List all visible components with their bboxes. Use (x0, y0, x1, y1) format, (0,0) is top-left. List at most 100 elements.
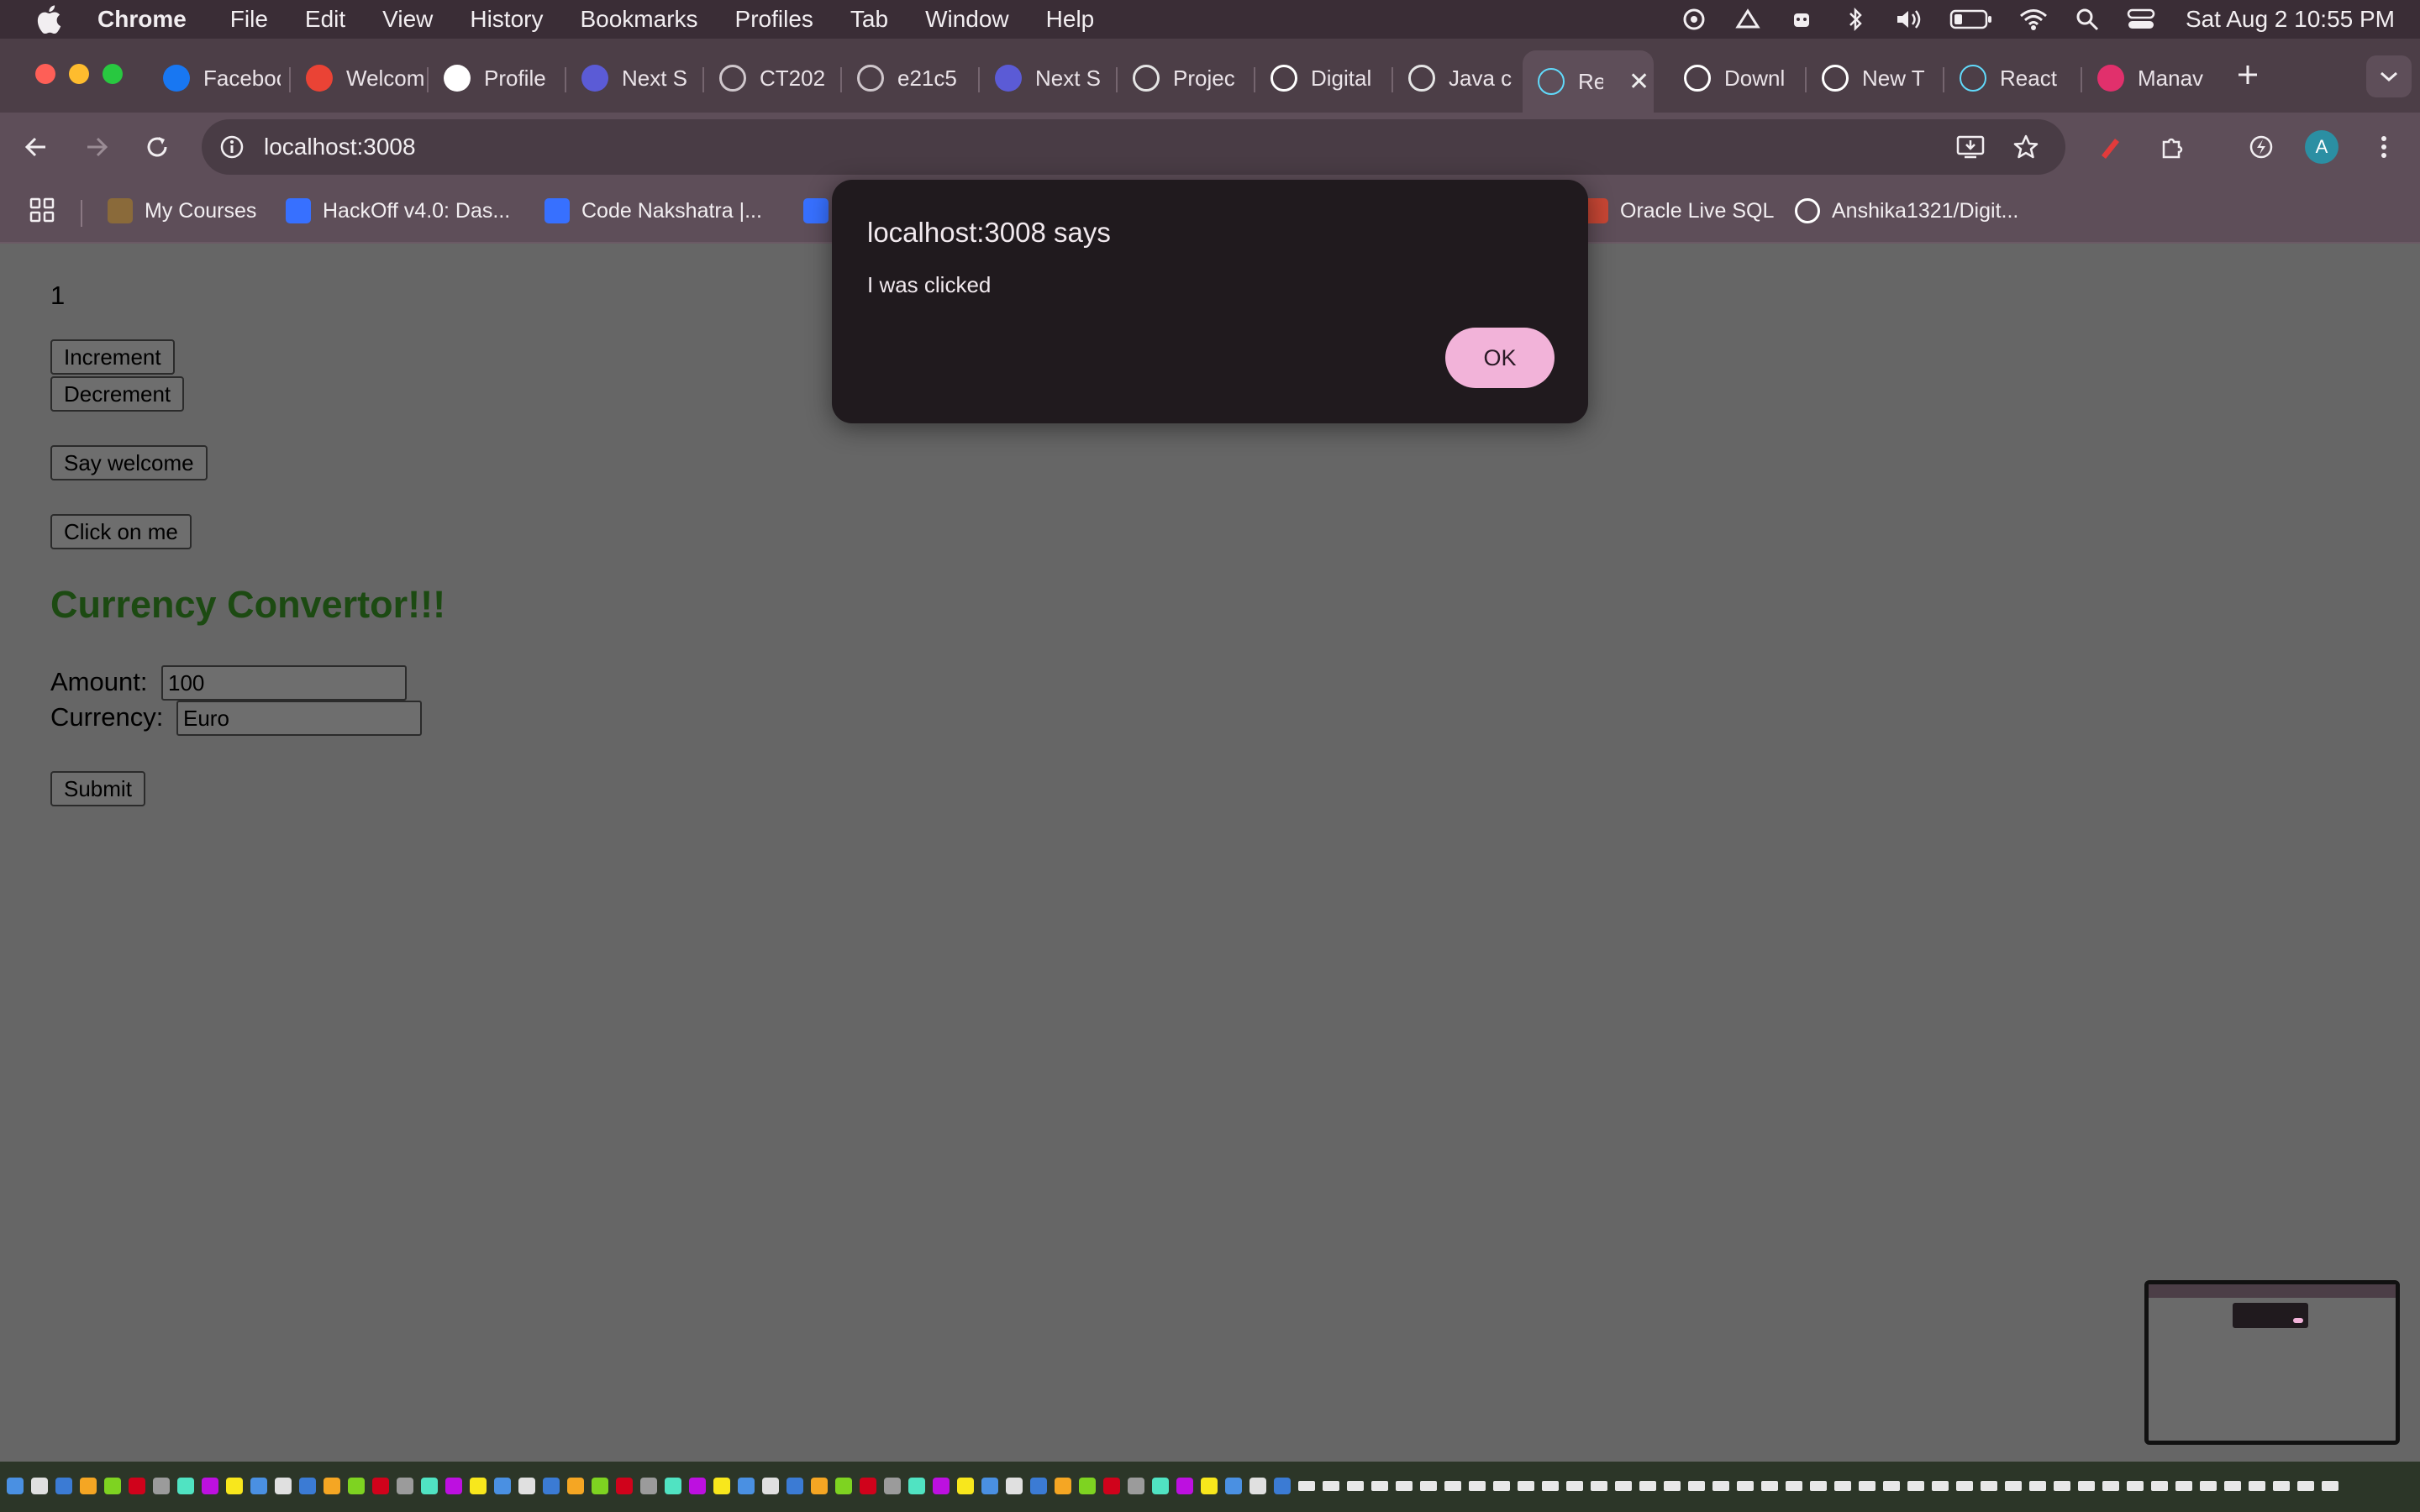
dock-app-icon[interactable] (738, 1478, 755, 1494)
dock-app-icon[interactable] (1810, 1481, 1827, 1491)
close-tab-icon[interactable]: ✕ (1628, 67, 1649, 97)
dock-app-icon[interactable] (1542, 1481, 1559, 1491)
menu-tab[interactable]: Tab (850, 6, 888, 33)
menu-history[interactable]: History (470, 6, 543, 33)
dock-app-icon[interactable] (860, 1478, 876, 1494)
dock-app-icon[interactable] (470, 1478, 487, 1494)
dock-app-icon[interactable] (1176, 1478, 1193, 1494)
dock-app-icon[interactable] (518, 1478, 535, 1494)
new-tab-plus-icon[interactable] (2228, 55, 2267, 94)
dock-app-icon[interactable] (1006, 1478, 1023, 1494)
dock-app-icon[interactable] (31, 1478, 48, 1494)
dock-app-icon[interactable] (1834, 1481, 1851, 1491)
dock-app-icon[interactable] (1664, 1481, 1681, 1491)
dock-app-icon[interactable] (616, 1478, 633, 1494)
dock-app-icon[interactable] (250, 1478, 267, 1494)
bookmark-star-icon[interactable] (2007, 128, 2045, 166)
dock-app-icon[interactable] (1371, 1481, 1388, 1491)
reload-icon[interactable] (138, 128, 176, 166)
browser-tab[interactable]: Welcome (306, 52, 424, 104)
dock-app-icon[interactable] (104, 1478, 121, 1494)
menu-help[interactable]: Help (1046, 6, 1095, 33)
install-app-icon[interactable] (1951, 128, 1990, 166)
bluetooth-icon[interactable] (1841, 5, 1870, 34)
creative-cloud-icon[interactable] (1733, 5, 1762, 34)
pen-extension-icon[interactable] (2091, 128, 2129, 166)
chatgpt-status-icon[interactable] (1680, 5, 1708, 34)
dock-app-icon[interactable] (592, 1478, 608, 1494)
dock-app-icon[interactable] (835, 1478, 852, 1494)
dock-app-icon[interactable] (275, 1478, 292, 1494)
dock-app-icon[interactable] (2224, 1481, 2241, 1491)
click-on-me-button[interactable]: Click on me (50, 514, 192, 549)
dock-app-icon[interactable] (1347, 1481, 1364, 1491)
increment-button[interactable]: Increment (50, 339, 175, 375)
dock-app-icon[interactable] (713, 1478, 730, 1494)
dock-app-icon[interactable] (933, 1478, 950, 1494)
browser-tab[interactable]: Digital (1270, 52, 1371, 104)
address-bar[interactable]: localhost:3008 (202, 119, 2065, 175)
dock-app-icon[interactable] (981, 1478, 998, 1494)
menu-profiles[interactable]: Profiles (735, 6, 813, 33)
browser-tab[interactable]: New T (1822, 52, 1925, 104)
submit-button[interactable]: Submit (50, 771, 145, 806)
menu-bookmarks[interactable]: Bookmarks (580, 6, 697, 33)
dock-app-icon[interactable] (2127, 1481, 2144, 1491)
menu-file[interactable]: File (230, 6, 268, 33)
tab-search-chevron-down-icon[interactable] (2366, 55, 2412, 97)
menu-view[interactable]: View (382, 6, 433, 33)
volume-icon[interactable] (1895, 5, 1923, 34)
dock-app-icon[interactable] (567, 1478, 584, 1494)
dock-app-icon[interactable] (786, 1478, 803, 1494)
dock-app-icon[interactable] (1128, 1478, 1144, 1494)
dock-app-icon[interactable] (372, 1478, 389, 1494)
dock-app-icon[interactable] (2322, 1481, 2338, 1491)
dock-app-icon[interactable] (640, 1478, 657, 1494)
dock-app-icon[interactable] (226, 1478, 243, 1494)
menu-window[interactable]: Window (925, 6, 1009, 33)
dock-app-icon[interactable] (1907, 1481, 1924, 1491)
dock-app-icon[interactable] (957, 1478, 974, 1494)
dock-app-icon[interactable] (1712, 1481, 1729, 1491)
close-window-button[interactable] (35, 64, 55, 84)
menu-bar-clock[interactable]: Sat Aug 2 10:55 PM (2186, 6, 2395, 33)
dock-app-icon[interactable] (1103, 1478, 1120, 1494)
dock-app-icon[interactable] (324, 1478, 340, 1494)
performance-icon[interactable] (2242, 128, 2281, 166)
dock-app-icon[interactable] (1493, 1481, 1510, 1491)
dock-app-icon[interactable] (1688, 1481, 1705, 1491)
dock-app-icon[interactable] (1883, 1481, 1900, 1491)
dock-app-icon[interactable] (884, 1478, 901, 1494)
menu-edit[interactable]: Edit (305, 6, 345, 33)
battery-icon[interactable] (1949, 5, 1994, 34)
dock-app-icon[interactable] (1444, 1481, 1461, 1491)
dock-app-icon[interactable] (2200, 1481, 2217, 1491)
dock-app-icon[interactable] (445, 1478, 462, 1494)
browser-tab[interactable]: Next S (995, 52, 1101, 104)
dock-app-icon[interactable] (1469, 1481, 1486, 1491)
dock-app-icon[interactable] (177, 1478, 194, 1494)
dock-app-icon[interactable] (1761, 1481, 1778, 1491)
browser-tab[interactable]: Profile (444, 52, 546, 104)
dock-app-icon[interactable] (543, 1478, 560, 1494)
dock-app-icon[interactable] (1615, 1481, 1632, 1491)
dock-app-icon[interactable] (1566, 1481, 1583, 1491)
back-arrow-icon[interactable] (17, 128, 55, 166)
dock-app-icon[interactable] (153, 1478, 170, 1494)
dock-app-icon[interactable] (129, 1478, 145, 1494)
dock-app-icon[interactable] (2151, 1481, 2168, 1491)
minimize-window-button[interactable] (69, 64, 89, 84)
dock-app-icon[interactable] (1249, 1478, 1266, 1494)
dock-app-icon[interactable] (7, 1478, 24, 1494)
amount-input[interactable] (161, 665, 407, 701)
apple-icon[interactable] (32, 3, 66, 36)
dock-app-icon[interactable] (811, 1478, 828, 1494)
dock-app-icon[interactable] (299, 1478, 316, 1494)
dock-app-icon[interactable] (665, 1478, 681, 1494)
dock-app-icon[interactable] (1396, 1481, 1413, 1491)
dock-app-icon[interactable] (1981, 1481, 1997, 1491)
dock-app-icon[interactable] (202, 1478, 218, 1494)
browser-tab[interactable]: Projec (1133, 52, 1235, 104)
currency-input[interactable] (176, 701, 422, 736)
browser-tab[interactable]: React (1960, 52, 2057, 104)
